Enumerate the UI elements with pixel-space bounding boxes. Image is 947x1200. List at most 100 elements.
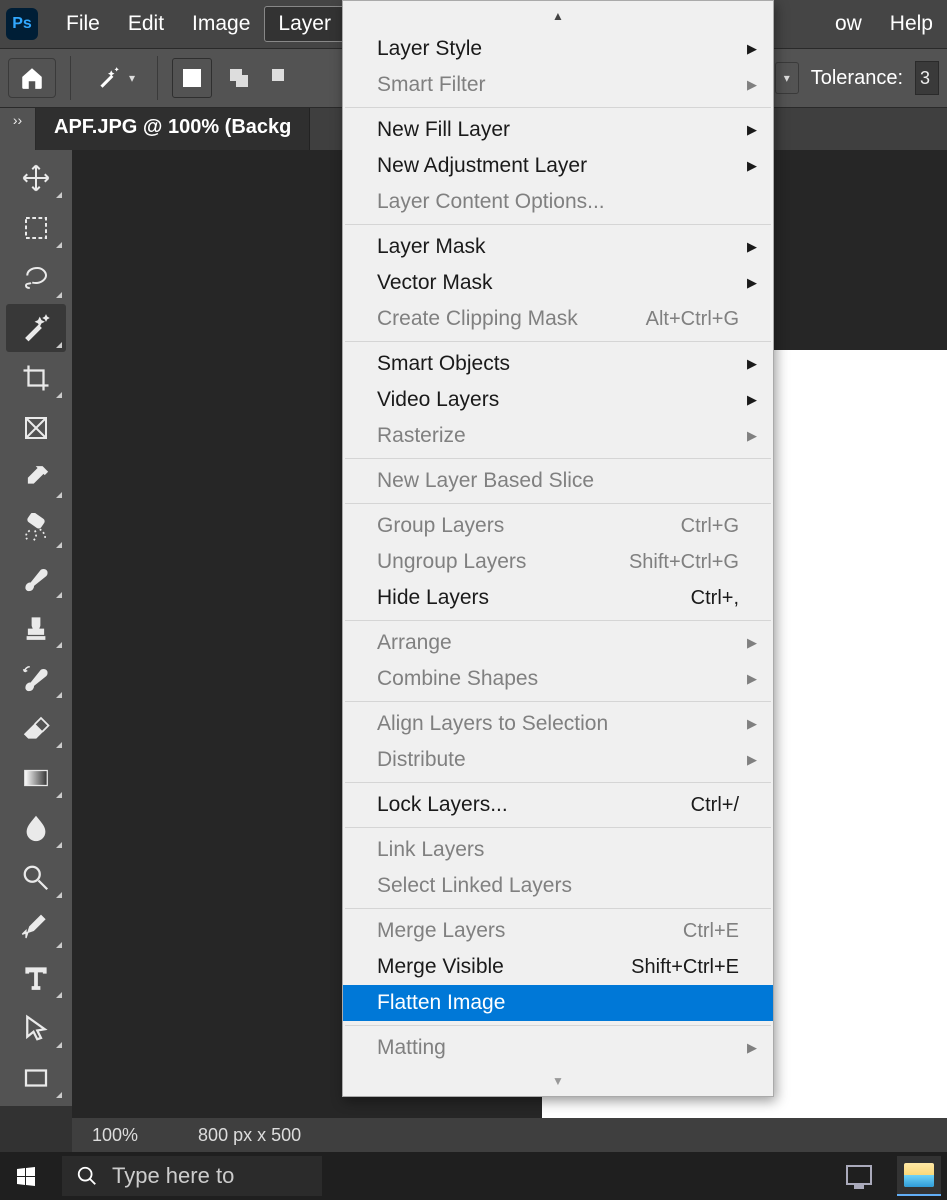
tool-path-select[interactable] [6, 1004, 66, 1052]
menu-item-label: Distribute [377, 748, 466, 772]
menu-item-link-layers: Link Layers [343, 832, 773, 868]
submenu-arrow-icon: ▶ [747, 635, 757, 651]
menu-item-lock-layers[interactable]: Lock Layers...Ctrl+/ [343, 787, 773, 823]
search-placeholder: Type here to [112, 1163, 234, 1189]
menu-item-label: Vector Mask [377, 271, 493, 295]
menu-item-layer-mask[interactable]: Layer Mask ▶ [343, 229, 773, 265]
home-icon [19, 65, 45, 91]
menu-item-label: Align Layers to Selection [377, 712, 608, 736]
tool-move[interactable] [6, 154, 66, 202]
tool-marquee[interactable] [6, 204, 66, 252]
menu-item-label: Hide Layers [377, 586, 489, 610]
tool-gradient[interactable] [6, 754, 66, 802]
sample-select[interactable]: ▾ [775, 62, 799, 94]
home-button[interactable] [8, 58, 56, 98]
submenu-arrow-icon: ▶ [747, 122, 757, 138]
submenu-arrow-icon: ▶ [747, 428, 757, 444]
submenu-arrow-icon: ▶ [747, 239, 757, 255]
tool-preset-picker[interactable]: ▾ [85, 61, 143, 95]
menu-layer[interactable]: Layer [264, 6, 345, 42]
menu-separator [345, 908, 771, 909]
menu-separator [345, 620, 771, 621]
menu-item-label: Smart Filter [377, 73, 486, 97]
menu-item-new-fill-layer[interactable]: New Fill Layer▶ [343, 112, 773, 148]
menu-image[interactable]: Image [178, 6, 264, 42]
menu-item-label: Arrange [377, 631, 452, 655]
menu-shortcut: Ctrl+, [691, 587, 739, 610]
tool-heal[interactable] [6, 504, 66, 552]
menu-item-ungroup-layers: Ungroup Layers Shift+Ctrl+G [343, 544, 773, 580]
folder-icon [904, 1163, 934, 1187]
menu-edit[interactable]: Edit [114, 6, 178, 42]
windows-icon [14, 1164, 38, 1188]
selection-new-button[interactable] [172, 58, 212, 98]
menu-item-label: Lock Layers... [377, 793, 508, 817]
tool-type[interactable] [6, 954, 66, 1002]
menu-item-align-layers-to-selection: Align Layers to Selection▶ [343, 706, 773, 742]
magic-wand-icon [93, 65, 123, 91]
zoom-level[interactable]: 100% [92, 1125, 138, 1146]
selection-add-button[interactable] [224, 63, 254, 93]
menu-separator [345, 782, 771, 783]
tolerance-input[interactable] [915, 61, 939, 95]
menu-item-distribute: Distribute▶ [343, 742, 773, 778]
menu-item-label: Ungroup Layers [377, 550, 526, 574]
tool-pen[interactable] [6, 904, 66, 952]
menu-item-label: Rasterize [377, 424, 466, 448]
taskview-icon [846, 1165, 872, 1185]
menu-separator [345, 458, 771, 459]
selection-subtract-button[interactable] [266, 63, 296, 93]
menu-item-layer-style[interactable]: Layer Style▶ [343, 31, 773, 67]
menu-item-label: Layer Mask [377, 235, 486, 259]
tool-eyedropper[interactable] [6, 454, 66, 502]
start-button[interactable] [6, 1156, 46, 1196]
tool-brush[interactable] [6, 554, 66, 602]
divider [70, 56, 71, 100]
tool-lasso[interactable] [6, 254, 66, 302]
menu-item-new-layer-based-slice: New Layer Based Slice [343, 463, 773, 499]
menu-item-merge-layers: Merge LayersCtrl+E [343, 913, 773, 949]
expand-panels-button[interactable]: ›› [0, 108, 36, 150]
menu-help[interactable]: Help [876, 6, 947, 42]
tool-eraser[interactable] [6, 704, 66, 752]
tool-rectangle[interactable] [6, 1054, 66, 1102]
menu-separator [345, 503, 771, 504]
tool-blur[interactable] [6, 804, 66, 852]
menu-item-vector-mask[interactable]: Vector Mask▶ [343, 265, 773, 301]
menu-shortcut: Alt+Ctrl+G [646, 308, 739, 331]
menu-item-video-layers[interactable]: Video Layers▶ [343, 382, 773, 418]
menu-scroll-up[interactable]: ▲ [343, 1, 773, 31]
menu-item-smart-objects[interactable]: Smart Objects▶ [343, 346, 773, 382]
menu-item-flatten-image[interactable]: Flatten Image [343, 985, 773, 1021]
tool-magic-wand[interactable] [6, 304, 66, 352]
tool-crop[interactable] [6, 354, 66, 402]
menu-shortcut: Shift+Ctrl+G [629, 551, 739, 574]
menu-item-label: New Layer Based Slice [377, 469, 594, 493]
taskbar-app-taskview[interactable] [837, 1156, 881, 1196]
menu-item-select-linked-layers: Select Linked Layers [343, 868, 773, 904]
taskbar-search[interactable]: Type here to [62, 1156, 322, 1196]
menu-file[interactable]: File [52, 6, 114, 42]
tool-dodge[interactable] [6, 854, 66, 902]
menu-scroll-down[interactable]: ▼ [343, 1066, 773, 1096]
menu-item-group-layers: Group LayersCtrl+G [343, 508, 773, 544]
tolerance-label: Tolerance: [811, 67, 903, 90]
menu-item-merge-visible[interactable]: Merge VisibleShift+Ctrl+E [343, 949, 773, 985]
menu-separator [345, 341, 771, 342]
menu-window-partial[interactable]: ow [821, 6, 876, 42]
menu-item-label: Video Layers [377, 388, 499, 412]
taskbar-app-explorer[interactable] [897, 1156, 941, 1196]
menu-item-layer-content-options: Layer Content Options... [343, 184, 773, 220]
tool-frame[interactable] [6, 404, 66, 452]
menu-item-hide-layers[interactable]: Hide Layers Ctrl+, [343, 580, 773, 616]
menu-separator [345, 1025, 771, 1026]
layer-menu-dropdown: ▲ Layer Style▶Smart Filter▶New Fill Laye… [342, 0, 774, 1097]
submenu-arrow-icon: ▶ [747, 671, 757, 687]
windows-taskbar: Type here to [0, 1152, 947, 1200]
menu-item-combine-shapes: Combine Shapes▶ [343, 661, 773, 697]
tool-stamp[interactable] [6, 604, 66, 652]
document-tab[interactable]: APF.JPG @ 100% (Backg [36, 108, 310, 150]
menu-item-new-adjustment-layer[interactable]: New Adjustment Layer▶ [343, 148, 773, 184]
tool-history-brush[interactable] [6, 654, 66, 702]
menu-item-label: Matting [377, 1036, 446, 1060]
